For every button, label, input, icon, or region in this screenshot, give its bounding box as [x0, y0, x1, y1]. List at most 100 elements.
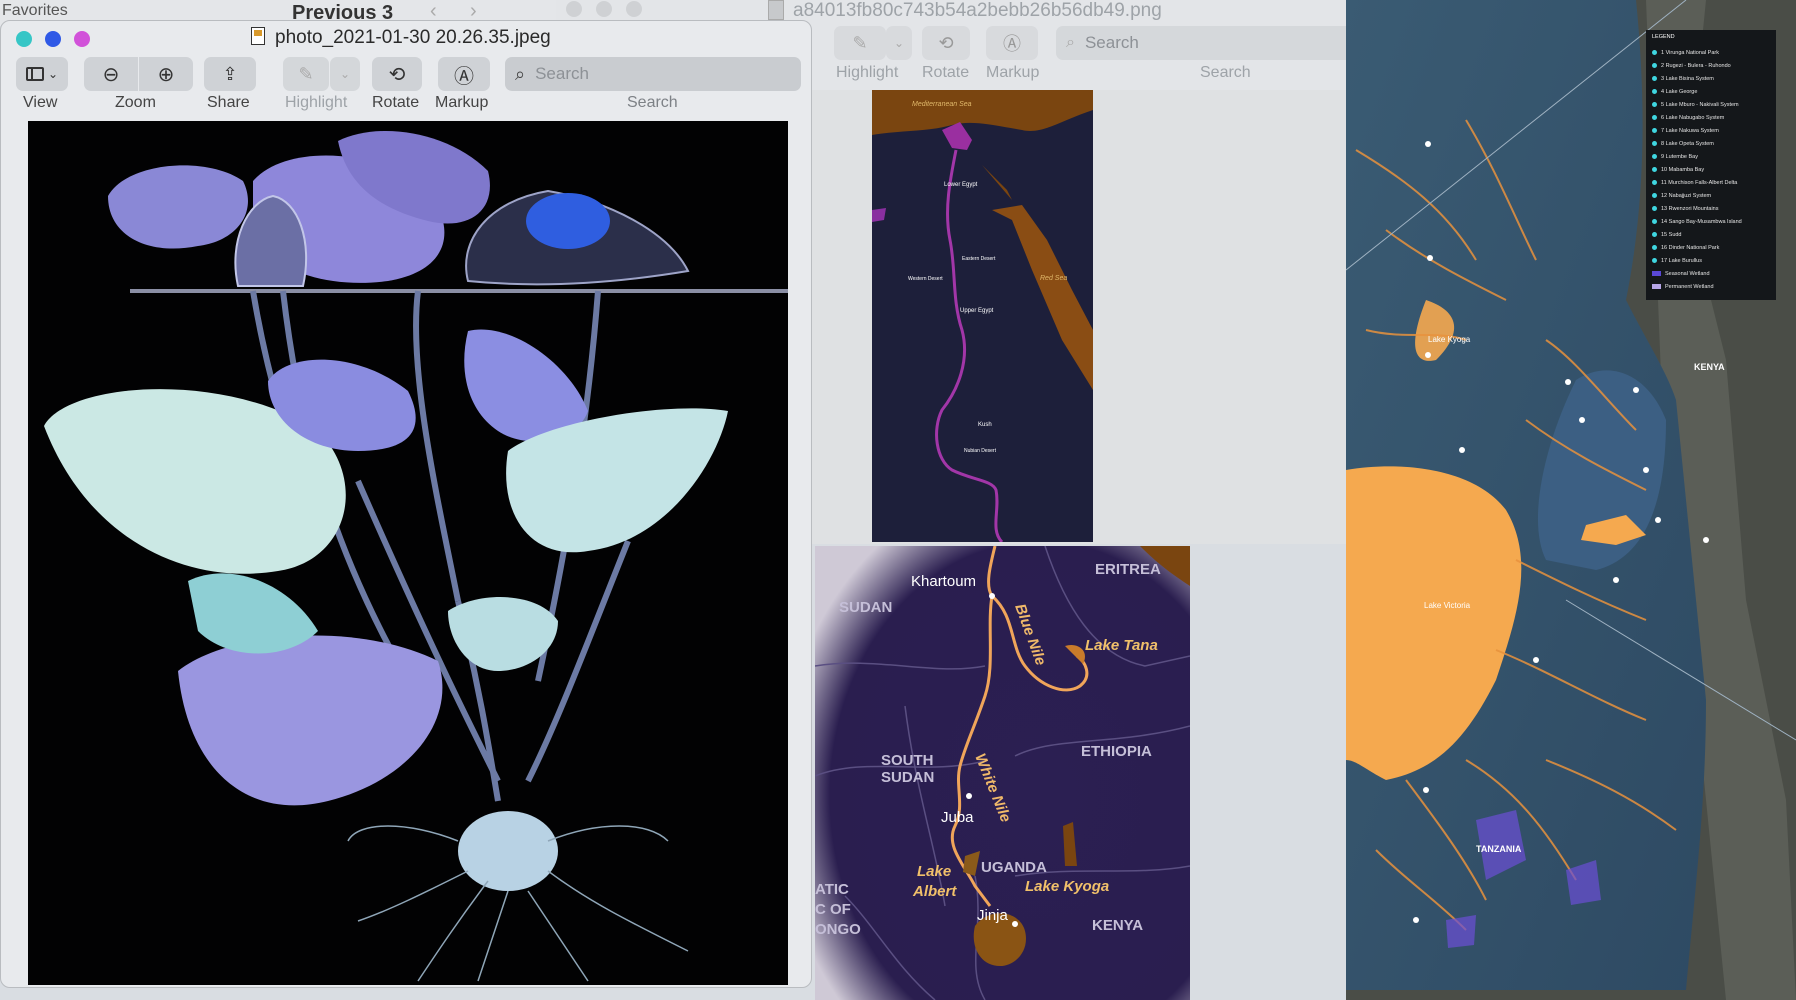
chevron-down-icon: ⌄ [893, 36, 905, 50]
rotate-icon: ⟲ [938, 32, 954, 53]
legend-item: 15 Sudd [1652, 228, 1770, 241]
minimize-button[interactable] [45, 31, 61, 47]
close-button-inactive[interactable] [566, 1, 582, 17]
legend-item: 16 Dinder National Park [1652, 241, 1770, 254]
zoom-out-button[interactable]: ⊖ [84, 57, 138, 91]
markup-button[interactable]: Ⓐ [438, 57, 490, 91]
legend-item-label: 16 Dinder National Park [1661, 244, 1720, 251]
legend-item: 3 Lake Bisina System [1652, 72, 1770, 85]
share-icon: ⇪ [222, 63, 238, 84]
lake-albert-label-2: Albert [912, 883, 957, 900]
legend-marker-dot [1652, 50, 1657, 55]
markup-label: Markup [986, 64, 1040, 81]
view-button[interactable]: ⌄ [16, 57, 68, 91]
zoom-label: Zoom [115, 94, 156, 111]
zoom-button-inactive[interactable] [626, 1, 642, 17]
lake-kyoga-label: Lake Kyoga [1025, 878, 1109, 895]
legend-item-label: 8 Lake Opeta System [1661, 140, 1714, 147]
markup-button[interactable]: Ⓐ [986, 26, 1038, 60]
legend-marker-dot [1652, 180, 1657, 185]
view-label: View [23, 94, 58, 111]
legend-item: 2 Rugezi - Bulera - Ruhondo [1652, 59, 1770, 72]
rotate-button[interactable]: ⟲ [922, 26, 970, 60]
legend-title: LEGEND [1652, 34, 1675, 40]
search-section-label: Search [627, 94, 678, 111]
legend-item: 7 Lake Nakuwa System [1652, 124, 1770, 137]
legend-list: 1 Virunga National Park 2 Rugezi - Bulera… [1652, 46, 1770, 293]
legend-swatch [1652, 271, 1661, 276]
markup-icon: Ⓐ [1003, 34, 1021, 54]
search-input-back[interactable] [1082, 32, 1347, 54]
legend-marker-dot [1652, 63, 1657, 68]
legend-item-label: 3 Lake Bisina System [1661, 75, 1714, 82]
pen-icon: ✎ [298, 63, 314, 84]
congo-label-3: ONGO [815, 921, 861, 938]
water-lily-illustration [44, 131, 788, 982]
legend-item-label: 1 Virunga National Park [1661, 49, 1719, 56]
south-sudan-label-1: SOUTH [881, 752, 934, 769]
fullscreen-button[interactable] [74, 31, 90, 47]
tanzania-label: TANZANIA [1476, 844, 1522, 854]
legend-marker-dot [1652, 76, 1657, 81]
favorites-label: Favorites [2, 2, 68, 19]
legend-marker-dot [1652, 154, 1657, 159]
upper-egypt-label: Upper Egypt [960, 308, 994, 314]
legend-marker-dot [1652, 245, 1657, 250]
document-image [28, 121, 788, 985]
legend-item: 8 Lake Opeta System [1652, 137, 1770, 150]
preview-window-front: photo_2021-01-30 20.26.35.jpeg ⌄ ⊖ ⊕ ⇪ ✎… [0, 20, 812, 988]
search-icon: ⌕ [1066, 34, 1075, 51]
legend-item: 13 Rwenzori Mountains [1652, 202, 1770, 215]
zoom-in-icon: ⊕ [157, 63, 175, 86]
kush-label: Kush [978, 422, 992, 428]
nubian-desert-label: Nubian Desert [964, 448, 997, 454]
lake-tana-label: Lake Tana [1085, 637, 1158, 654]
legend-item-label: 7 Lake Nakuwa System [1661, 127, 1719, 134]
file-icon [768, 0, 784, 20]
legend-item-label: 5 Lake Mburo - Nakivali System [1661, 101, 1739, 108]
markup-label: Markup [435, 94, 489, 111]
kenya-label: KENYA [1092, 917, 1143, 934]
rotate-button[interactable]: ⟲ [372, 57, 422, 91]
map-nile-graphic: Khartoum ERITREA SUDAN Blue Nile Lake Ta… [815, 546, 1190, 1000]
western-desert-label: Western Desert [908, 276, 943, 282]
lake-victoria-label: Lake Victoria [1424, 601, 1471, 610]
minimize-button-inactive[interactable] [596, 1, 612, 17]
legend-item-label: Permanent Wetland [1665, 283, 1714, 290]
legend-item-label: 15 Sudd [1661, 231, 1682, 238]
legend-item-label: 11 Murchison Falls-Albert Delta [1661, 179, 1738, 186]
highlight-dropdown-button[interactable]: ⌄ [886, 26, 912, 60]
legend-item: 14 Sango Bay-Musambwa Island [1652, 215, 1770, 228]
highlight-button[interactable]: ✎ [283, 57, 329, 91]
lake-albert-label-1: Lake [917, 863, 951, 880]
map-legend: LEGEND 1 Virunga National Park 2 Rugezi -… [1646, 30, 1776, 300]
lower-egypt-label: Lower Egypt [944, 182, 978, 188]
jpeg-file-icon [251, 27, 265, 45]
legend-item-label: 14 Sango Bay-Musambwa Island [1661, 218, 1742, 225]
legend-item-label: 10 Mabamba Bay [1661, 166, 1705, 173]
legend-marker-dot [1652, 141, 1657, 146]
legend-item: 12 Nabajjuzi System [1652, 189, 1770, 202]
highlight-button[interactable]: ✎ [834, 26, 886, 60]
ethiopia-label: ETHIOPIA [1081, 743, 1152, 760]
search-field[interactable]: ⌕ [505, 57, 801, 91]
search-input[interactable] [533, 63, 798, 85]
zoom-out-icon: ⊖ [102, 63, 120, 86]
legend-item: 4 Lake George [1652, 85, 1770, 98]
chevron-down-icon: ⌄ [339, 67, 351, 81]
close-button[interactable] [16, 31, 32, 47]
sidebar-icon [25, 67, 44, 81]
legend-item: 10 Mabamba Bay [1652, 163, 1770, 176]
highlight-dropdown-button[interactable]: ⌄ [330, 57, 360, 91]
legend-item-label: 4 Lake George [1661, 88, 1698, 95]
zoom-in-button[interactable]: ⊕ [139, 57, 193, 91]
uganda-label: UGANDA [981, 859, 1047, 876]
legend-marker-dot [1652, 115, 1657, 120]
highlight-label: Highlight [836, 64, 899, 81]
sudan-label: SUDAN [839, 599, 892, 616]
share-button[interactable]: ⇪ [204, 57, 256, 91]
pen-icon: ✎ [852, 32, 868, 53]
legend-item: 5 Lake Mburo - Nakivali System [1652, 98, 1770, 111]
legend-marker-dot [1652, 89, 1657, 94]
eastern-desert-label: Eastern Desert [962, 256, 996, 262]
